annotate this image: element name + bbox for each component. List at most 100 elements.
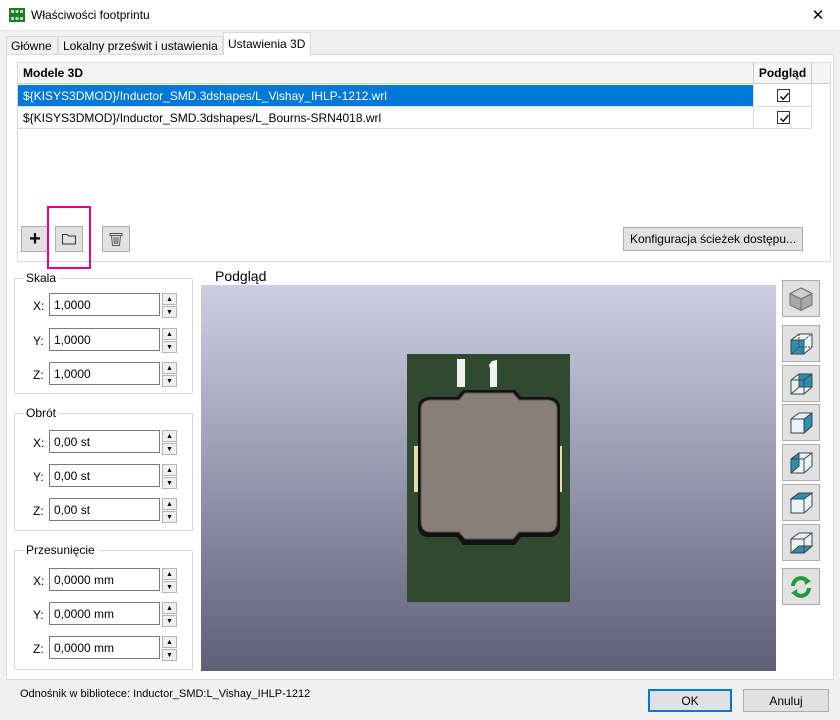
view-front-button[interactable] <box>782 325 820 362</box>
rotation-title: Obrót <box>23 406 60 420</box>
scale-x-input[interactable] <box>49 293 160 316</box>
view-bottom-icon <box>789 532 814 553</box>
silk-1-stroke <box>489 360 497 387</box>
spin-up-icon[interactable]: ▲ <box>162 498 177 510</box>
preview-checkbox[interactable] <box>777 111 790 124</box>
offset-y-spinner[interactable]: ▲ ▼ <box>162 602 177 627</box>
view-front-icon <box>790 333 813 354</box>
rotation-group: Obrót X: ▲▼ Y: ▲▼ Z: ▲▼ <box>14 406 193 531</box>
offset-title: Przesunięcie <box>23 543 98 557</box>
tab-glowne[interactable]: Główne <box>6 36 58 54</box>
close-button[interactable]: ✕ <box>796 0 840 30</box>
configure-paths-button[interactable]: Konfiguracja ścieżek dostępu... <box>623 227 803 251</box>
rotation-y-label: Y: <box>33 470 44 484</box>
rotation-z-input[interactable] <box>49 498 160 521</box>
spin-up-icon[interactable]: ▲ <box>162 568 177 580</box>
check-icon <box>780 114 790 123</box>
table-row[interactable]: ${KISYS3DMOD}/Inductor_SMD.3dshapes/L_Bo… <box>18 107 812 129</box>
footprint-3d-render <box>407 354 570 602</box>
offset-z-label: Z: <box>33 642 44 656</box>
reload-button[interactable] <box>782 568 820 605</box>
plus-icon: + <box>29 228 41 250</box>
header-preview: Podgląd <box>754 63 812 84</box>
offset-y-label: Y: <box>33 608 44 622</box>
scale-x-row: X: ▲▼ <box>15 293 192 319</box>
tab-lokalny-przeswit[interactable]: Lokalny prześwit i ustawienia <box>58 36 223 54</box>
rotation-x-input[interactable] <box>49 430 160 453</box>
view-right-icon <box>790 451 813 474</box>
offset-x-input[interactable] <box>49 568 160 591</box>
spin-down-icon[interactable]: ▼ <box>162 511 177 523</box>
rotation-z-label: Z: <box>33 504 44 518</box>
offset-x-row: X: ▲▼ <box>15 568 192 594</box>
folder-icon <box>62 234 76 245</box>
spin-up-icon[interactable]: ▲ <box>162 362 177 374</box>
spin-up-icon[interactable]: ▲ <box>162 293 177 305</box>
scale-z-row: Z: ▲▼ <box>15 362 192 388</box>
rotation-y-row: Y: ▲▼ <box>15 464 192 490</box>
offset-y-input[interactable] <box>49 602 160 625</box>
view-top-button[interactable] <box>782 484 820 521</box>
scale-title: Skala <box>23 271 60 285</box>
spin-up-icon[interactable]: ▲ <box>162 430 177 442</box>
spin-down-icon[interactable]: ▼ <box>162 306 177 318</box>
title-bar: Właściwości footprintu ✕ <box>0 0 840 31</box>
view-top-icon <box>789 492 814 513</box>
offset-x-spinner[interactable]: ▲ ▼ <box>162 568 177 593</box>
view-back-button[interactable] <box>782 365 820 402</box>
scale-x-spinner[interactable]: ▲ ▼ <box>162 293 177 318</box>
pad-left <box>414 446 418 492</box>
table-row[interactable]: ${KISYS3DMOD}/Inductor_SMD.3dshapes/L_Vi… <box>18 85 812 107</box>
settings-3d-panel: Modele 3D Podgląd ${KISYS3DMOD}/Inductor… <box>6 54 834 680</box>
spin-up-icon[interactable]: ▲ <box>162 636 177 648</box>
preview-cell <box>754 85 812 106</box>
rotation-z-spinner[interactable]: ▲ ▼ <box>162 498 177 523</box>
spin-down-icon[interactable]: ▼ <box>162 443 177 455</box>
rotation-y-input[interactable] <box>49 464 160 487</box>
spin-down-icon[interactable]: ▼ <box>162 649 177 661</box>
view-left-button[interactable] <box>782 404 820 441</box>
ok-button[interactable]: OK <box>648 689 732 712</box>
add-model-button[interactable]: + <box>21 226 49 252</box>
scale-y-input[interactable] <box>49 328 160 351</box>
model-path[interactable]: ${KISYS3DMOD}/Inductor_SMD.3dshapes/L_Bo… <box>18 107 754 128</box>
spin-down-icon[interactable]: ▼ <box>162 581 177 593</box>
scale-y-label: Y: <box>33 334 44 348</box>
spin-up-icon[interactable]: ▲ <box>162 464 177 476</box>
rotation-y-spinner[interactable]: ▲ ▼ <box>162 464 177 489</box>
grid-header: Modele 3D Podgląd <box>18 63 830 84</box>
rotation-x-row: X: ▲▼ <box>15 430 192 456</box>
offset-group: Przesunięcie X: ▲▼ Y: ▲▼ Z: ▲▼ <box>14 543 193 670</box>
scale-z-label: Z: <box>33 368 44 382</box>
scale-y-spinner[interactable]: ▲ ▼ <box>162 328 177 353</box>
spin-down-icon[interactable]: ▼ <box>162 375 177 387</box>
view-right-button[interactable] <box>782 444 820 481</box>
rotation-z-row: Z: ▲▼ <box>15 498 192 524</box>
view-left-icon <box>790 411 813 434</box>
spin-up-icon[interactable]: ▲ <box>162 328 177 340</box>
spin-down-icon[interactable]: ▼ <box>162 615 177 627</box>
delete-model-button[interactable] <box>102 226 130 252</box>
browse-model-button[interactable] <box>55 226 83 252</box>
preview-checkbox[interactable] <box>777 89 790 102</box>
view-bottom-button[interactable] <box>782 524 820 561</box>
tab-ustawienia-3d[interactable]: Ustawienia 3D <box>223 32 311 55</box>
model-path[interactable]: ${KISYS3DMOD}/Inductor_SMD.3dshapes/L_Vi… <box>18 85 754 106</box>
scale-y-row: Y: ▲▼ <box>15 328 192 354</box>
spin-down-icon[interactable]: ▼ <box>162 341 177 353</box>
view-back-icon <box>790 373 813 394</box>
spin-up-icon[interactable]: ▲ <box>162 602 177 614</box>
scale-x-label: X: <box>33 299 45 313</box>
rotation-x-spinner[interactable]: ▲ ▼ <box>162 430 177 455</box>
view-3d-button[interactable] <box>782 280 820 317</box>
scale-z-input[interactable] <box>49 362 160 385</box>
cancel-button[interactable]: Anuluj <box>743 689 829 712</box>
offset-z-spinner[interactable]: ▲ ▼ <box>162 636 177 661</box>
scale-z-spinner[interactable]: ▲ ▼ <box>162 362 177 387</box>
offset-x-label: X: <box>33 574 45 588</box>
window-title: Właściwości footprintu <box>31 8 150 22</box>
3d-preview-viewport[interactable] <box>201 285 776 671</box>
offset-z-row: Z: ▲▼ <box>15 636 192 662</box>
offset-z-input[interactable] <box>49 636 160 659</box>
spin-down-icon[interactable]: ▼ <box>162 477 177 489</box>
